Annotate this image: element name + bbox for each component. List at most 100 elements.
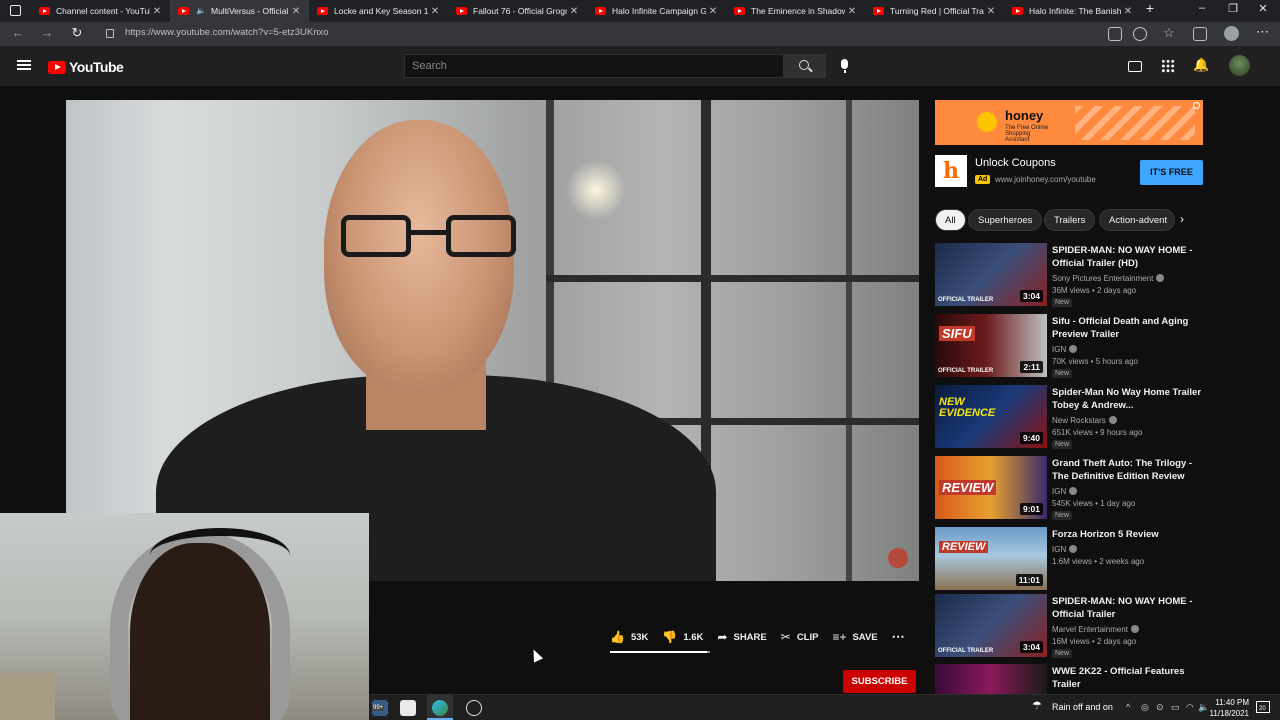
video-title[interactable]: Forza Horizon 5 Review (1052, 528, 1202, 541)
browser-tab[interactable]: Locke and Key Season 1 Re ✕ (309, 0, 448, 22)
ad-title[interactable]: Unlock Coupons (975, 157, 1056, 169)
video-title[interactable]: WWE 2K22 - Official Features Trailer (1052, 665, 1202, 691)
ad-banner[interactable]: honey The Free Online Shopping Assistant (935, 100, 1203, 145)
video-thumbnail[interactable] (935, 664, 1047, 694)
speaker-icon[interactable]: 🔈 (196, 6, 206, 15)
channel-watermark-icon[interactable] (888, 548, 908, 568)
store-icon[interactable] (400, 700, 416, 716)
recommendation-item[interactable]: NEW EVIDENCE 9:40 Spider-Man No Way Home… (935, 385, 1205, 449)
channel-name[interactable]: IGN (1052, 545, 1078, 554)
tab-close-icon[interactable]: ✕ (1121, 6, 1135, 17)
minimize-button[interactable]: – (1193, 2, 1211, 14)
video-title[interactable]: SPIDER-MAN: NO WAY HOME - Official Trail… (1052, 595, 1202, 621)
channel-name[interactable]: New Rockstars (1052, 416, 1117, 425)
recommendation-item[interactable]: OFFICIAL TRAILER 3:04 SPIDER-MAN: NO WAY… (935, 243, 1205, 307)
channel-name[interactable]: IGN (1052, 487, 1078, 496)
tab-close-icon[interactable]: ✕ (845, 6, 859, 17)
video-player[interactable] (66, 100, 919, 581)
back-arrow-icon[interactable]: ← (9, 25, 27, 40)
browser-tab[interactable]: Channel content - YouTube ✕ (31, 0, 170, 22)
chip-superheroes[interactable]: Superheroes (968, 209, 1043, 231)
app-install-icon[interactable] (1108, 27, 1122, 41)
apps-grid-icon[interactable] (1161, 59, 1175, 73)
video-thumbnail[interactable]: OFFICIAL TRAILER 3:04 (935, 243, 1047, 306)
account-avatar[interactable] (1229, 55, 1250, 76)
browser-tab[interactable]: Fallout 76 - Official Grogna ✕ (448, 0, 587, 22)
browser-tab[interactable]: Halo Infinite: The Banished ✕ (1004, 0, 1141, 22)
like-button[interactable]: 👍 53K (610, 630, 648, 644)
forward-arrow-icon[interactable]: → (38, 25, 56, 40)
favorites-star-icon[interactable]: ☆ (1163, 25, 1175, 41)
youtube-logo[interactable]: YouTube (48, 59, 124, 75)
tab-close-icon[interactable]: ✕ (428, 6, 442, 17)
chip-next-arrow-icon[interactable]: › (1180, 212, 1184, 226)
tab-close-icon[interactable]: ✕ (289, 6, 303, 17)
video-thumbnail[interactable]: NEW EVIDENCE 9:40 (935, 385, 1047, 448)
channel-name[interactable]: Sony Pictures Entertainment (1052, 274, 1165, 283)
browser-menu-icon[interactable]: ⋯ (1256, 24, 1269, 40)
recommendation-item[interactable]: SIFU OFFICIAL TRAILER 2:11 Sifu - Offici… (935, 314, 1205, 378)
reload-icon[interactable]: ↻ (68, 25, 86, 41)
create-video-icon[interactable] (1128, 61, 1142, 72)
chip-all[interactable]: All (935, 209, 966, 231)
tab-close-icon[interactable]: ✕ (984, 6, 998, 17)
new-tab-button[interactable]: + (1141, 0, 1159, 16)
browser-tab[interactable]: The Eminence in Shadow ✕ (726, 0, 865, 22)
profile-icon[interactable] (1224, 26, 1239, 41)
menu-icon[interactable] (17, 60, 31, 70)
video-title[interactable]: Spider-Man No Way Home Trailer Tobey & A… (1052, 386, 1202, 412)
channel-name[interactable]: IGN (1052, 345, 1078, 354)
volume-icon[interactable]: 🔈 (1198, 702, 1209, 713)
more-actions-button[interactable]: ⋯ (892, 629, 905, 645)
close-window-button[interactable]: ✕ (1254, 2, 1272, 15)
browser-tab-active[interactable]: 🔈 MultiVersus - Official ✕ (170, 0, 309, 22)
honey-logo[interactable]: h (935, 155, 967, 187)
video-thumbnail[interactable]: OFFICIAL TRAILER 3:04 (935, 594, 1047, 657)
subscribe-button[interactable]: SUBSCRIBE (843, 670, 916, 693)
ad-url: www.joinhoney.com/youtube (995, 175, 1096, 184)
video-title[interactable]: Grand Theft Auto: The Trilogy - The Defi… (1052, 457, 1202, 483)
ad-cta-button[interactable]: IT'S FREE (1140, 160, 1203, 185)
chip-trailers[interactable]: Trailers (1044, 209, 1096, 231)
tray-chevron-icon[interactable]: ^ (1126, 702, 1130, 712)
dislike-button[interactable]: 👎 1.6K (662, 630, 703, 644)
video-thumbnail[interactable]: REVIEW 11:01 (935, 527, 1047, 590)
weather-text[interactable]: Rain off and on (1052, 702, 1113, 712)
chip-action-adventure[interactable]: Action-advent (1099, 209, 1175, 231)
maximize-button[interactable]: ❐ (1224, 2, 1242, 15)
taskbar-clock[interactable]: 11:40 PM 11/18/2021 (1209, 697, 1249, 719)
tray-app-icon[interactable]: ◎ (1141, 702, 1149, 713)
tab-close-icon[interactable]: ✕ (567, 6, 581, 17)
video-title[interactable]: Sifu - Official Death and Aging Preview … (1052, 315, 1202, 341)
recommendation-item[interactable]: OFFICIAL TRAILER 3:04 SPIDER-MAN: NO WAY… (935, 594, 1205, 658)
save-button[interactable]: ≡+ SAVE (832, 630, 877, 644)
share-button[interactable]: ➦ SHARE (717, 630, 766, 644)
tab-close-icon[interactable]: ✕ (150, 6, 164, 17)
recommendation-item[interactable]: REVIEW 11:01 Forza Horizon 5 Review IGN … (935, 527, 1205, 591)
obs-icon[interactable] (466, 700, 482, 716)
tray-app-icon[interactable]: ⊙ (1156, 702, 1164, 713)
collections-icon[interactable] (1193, 27, 1207, 41)
tab-actions-icon[interactable] (10, 5, 21, 16)
microphone-icon[interactable] (841, 59, 848, 73)
channel-name[interactable]: Marvel Entertainment (1052, 625, 1140, 634)
notifications-bell-icon[interactable]: 🔔 (1193, 57, 1209, 73)
url-field[interactable]: https://www.youtube.com/watch?v=5-etz3UK… (125, 27, 329, 38)
browser-tab[interactable]: Halo Infinite Campaign Ga ✕ (587, 0, 726, 22)
ad-info-icon[interactable] (1193, 102, 1200, 109)
search-input[interactable]: Search (404, 54, 784, 78)
clip-button[interactable]: ✂ CLIP (781, 630, 819, 644)
video-title[interactable]: SPIDER-MAN: NO WAY HOME - Official Trail… (1052, 244, 1202, 270)
tracking-prevention-icon[interactable] (1133, 27, 1147, 41)
recommendation-item[interactable]: REVIEW 9:01 Grand Theft Auto: The Trilog… (935, 456, 1205, 520)
tab-close-icon[interactable]: ✕ (706, 6, 720, 17)
recommendation-item[interactable]: WWE 2K22 - Official Features Trailer (935, 664, 1205, 694)
battery-icon[interactable]: ▭ (1171, 702, 1180, 713)
wifi-icon[interactable]: ◠ (1186, 702, 1194, 713)
video-thumbnail[interactable]: SIFU OFFICIAL TRAILER 2:11 (935, 314, 1047, 377)
video-thumbnail[interactable]: REVIEW 9:01 (935, 456, 1047, 519)
search-button[interactable] (784, 54, 826, 78)
lock-icon[interactable] (106, 29, 114, 38)
browser-tab[interactable]: Turning Red | Official Trail ✕ (865, 0, 1004, 22)
weather-icon[interactable]: ☂ (1032, 699, 1042, 712)
